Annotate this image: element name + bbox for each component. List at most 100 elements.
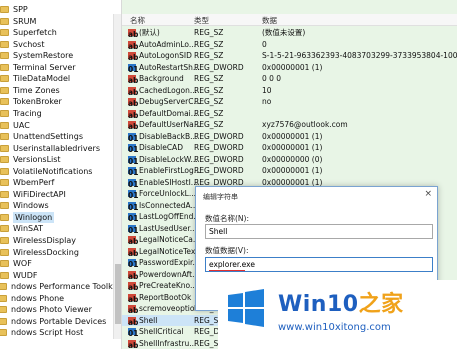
tree-item[interactable]: ndows Performance Toolkit	[0, 281, 118, 292]
folder-icon	[0, 329, 7, 337]
folder-icon	[0, 109, 9, 117]
value-name: EnableFirstLog...	[139, 166, 201, 175]
tree-item[interactable]: WiFiDirectAPI	[0, 189, 66, 200]
tree-item[interactable]: Winlogon	[0, 211, 55, 223]
registry-value-row[interactable]: 01 DisableCAD REG_DWORD 0x00000001 (1)	[122, 142, 457, 154]
tree-item[interactable]: Tracing	[0, 108, 42, 119]
column-name-header[interactable]: 名称	[130, 15, 145, 26]
tree-item[interactable]: Windows	[0, 200, 49, 211]
tree-item[interactable]: Svchost	[0, 39, 44, 50]
value-data: 0	[262, 39, 267, 49]
value-name: DisableCAD	[139, 143, 183, 152]
tree-item-label: SPP	[13, 5, 28, 14]
registry-value-row[interactable]: ab DebugServerC... REG_SZ no	[122, 96, 457, 108]
tree-item-label: WbemPerf	[13, 178, 55, 188]
registry-value-row[interactable]: ab AutoAdminLo... REG_SZ 0	[122, 39, 457, 51]
registry-value-row[interactable]: ab CachedLogon... REG_SZ 10	[122, 85, 457, 97]
string-value-icon: ab	[128, 316, 139, 327]
value-name: ShellCritical	[139, 327, 184, 336]
registry-value-row[interactable]: 01 EnableFirstLog... REG_DWORD 0x00000001 (…	[122, 165, 457, 177]
folder-icon	[0, 283, 7, 291]
value-type: REG_DWORD	[194, 62, 244, 72]
tree-item[interactable]: TokenBroker	[0, 96, 62, 107]
string-value-icon: ab	[128, 270, 139, 281]
value-name: Background	[139, 74, 184, 83]
value-data: xyz7576@outlook.com	[262, 120, 348, 129]
tree-item-label: ndows Performance Toolkit	[11, 282, 119, 292]
value-data: 0 0 0	[262, 74, 282, 83]
folder-icon	[0, 52, 9, 60]
tree-item[interactable]: ndows Photo Viewer	[0, 304, 92, 315]
registry-value-row[interactable]: 01 DisableLockW... REG_DWORD 0x00000000 (0)	[122, 154, 457, 166]
tree-item[interactable]: WirelessDocking	[0, 247, 79, 258]
registry-value-row[interactable]: ab DefaultUserNa... REG_SZ xyz7576@outlook.…	[122, 119, 457, 131]
tree-item[interactable]: UnattendSettings	[0, 131, 83, 142]
value-data-text: explorer.exe	[209, 260, 255, 269]
registry-value-row[interactable]: ab Background REG_SZ 0 0 0	[122, 73, 457, 85]
watermark-title: Win10之家	[278, 286, 404, 318]
binary-value-icon: 01	[128, 132, 139, 143]
tree-item[interactable]: ndows Portable Devices	[0, 316, 106, 327]
tree-scrollbar[interactable]	[113, 14, 121, 339]
tree-item[interactable]: VersionsList	[0, 154, 61, 165]
tree-item-label: Time Zones	[13, 85, 60, 95]
folder-icon	[0, 6, 9, 13]
values-header: 名称 类型 数据	[122, 14, 457, 26]
registry-value-row[interactable]: ab (默认) REG_SZ (数值未设置)	[122, 27, 457, 39]
tree-item[interactable]: Terminal Server	[0, 62, 76, 73]
tree-item[interactable]: ndows Script Host	[0, 327, 83, 338]
value-name: AutoLogonSID	[139, 51, 192, 60]
value-type: REG_SZ	[194, 97, 224, 106]
tree-item[interactable]: SRUM	[0, 16, 36, 27]
registry-value-row[interactable]: ab DefaultDomai... REG_SZ	[122, 108, 457, 120]
tree-item[interactable]: WUDF	[0, 270, 38, 281]
folder-icon	[0, 98, 9, 106]
tree-item[interactable]: Superfetch	[0, 27, 57, 38]
tree-item[interactable]: WbemPerf	[0, 177, 54, 188]
value-name: LegalNoticeText	[139, 246, 199, 256]
value-data: 0x00000001 (1)	[262, 62, 323, 72]
folder-icon	[0, 29, 9, 37]
binary-value-icon: 01	[128, 213, 139, 223]
string-value-icon: ab	[128, 86, 139, 97]
tree-item[interactable]: WOF	[0, 258, 32, 269]
tree-item[interactable]: SPP	[0, 4, 28, 15]
registry-value-row[interactable]: 01 DisableBackB... REG_DWORD 0x00000001 (1)	[122, 131, 457, 143]
tree-scrollbar-thumb[interactable]	[115, 264, 121, 324]
tree-item-label: UnattendSettings	[13, 132, 83, 142]
tree-item[interactable]: Time Zones	[0, 85, 60, 96]
value-type: REG_SZ	[194, 120, 224, 129]
tree-item[interactable]: Userinstallabledrivers	[0, 143, 100, 154]
tree-item-label: WUDF	[13, 270, 38, 280]
string-value-icon: ab	[128, 52, 139, 62]
folder-icon	[0, 213, 9, 221]
value-data: (数值未设置)	[262, 28, 306, 37]
folder-icon	[0, 144, 9, 152]
value-name-field[interactable]: Shell	[205, 224, 433, 239]
tree-item-label: UAC	[13, 120, 30, 130]
tree-item-label: WOF	[13, 259, 32, 269]
value-name: DefaultUserNa...	[139, 120, 201, 129]
tree-item[interactable]: UAC	[0, 120, 30, 131]
value-data-field[interactable]: explorer.exe	[205, 257, 433, 272]
tree-item[interactable]: WinSAT	[0, 223, 43, 234]
value-name: LastUsedUser...	[139, 223, 197, 233]
close-icon[interactable]: ×	[424, 189, 432, 199]
registry-value-row[interactable]: ab AutoLogonSID REG_SZ S-1-5-21-963362393-4…	[122, 50, 457, 62]
tree-item[interactable]: SystemRestore	[0, 50, 73, 61]
column-type-header[interactable]: 类型	[194, 15, 209, 26]
binary-value-icon: 01	[128, 178, 139, 189]
tree-item[interactable]: VolatileNotifications	[0, 166, 92, 177]
value-name: AutoAdminLo...	[139, 39, 196, 49]
value-name: DisableLockW...	[139, 154, 198, 164]
tree-item[interactable]: TileDataModel	[0, 73, 70, 84]
tree-item[interactable]: WirelessDisplay	[0, 235, 76, 246]
registry-value-row[interactable]: 01 AutoRestartSh... REG_DWORD 0x00000001 (1…	[122, 62, 457, 74]
value-name: PowerdownAft...	[139, 269, 200, 279]
binary-value-icon: 01	[128, 63, 139, 74]
value-type: REG_SZ	[194, 85, 224, 95]
tree-item[interactable]: ndows Phone	[0, 293, 64, 304]
column-data-header[interactable]: 数据	[262, 15, 277, 26]
registry-tree-pane[interactable]: SPP SRUM Superfetch Svchost SystemRestore Ter…	[0, 0, 122, 349]
tree-item-label: VersionsList	[13, 155, 61, 165]
